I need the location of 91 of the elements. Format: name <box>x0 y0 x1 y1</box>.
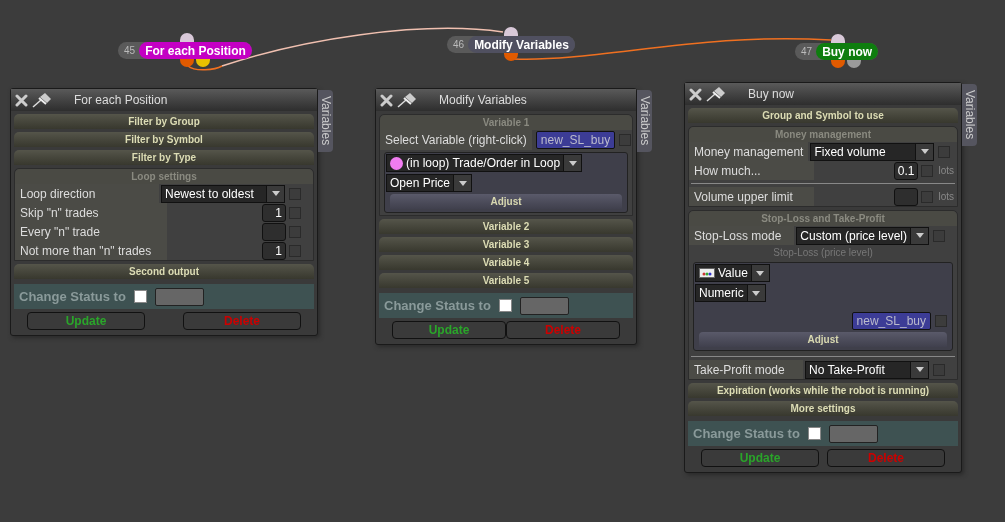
section-header[interactable]: More settings <box>688 401 958 416</box>
section-header[interactable]: Variable 5 <box>379 273 633 288</box>
section-header[interactable]: Filter by Type <box>14 150 314 165</box>
checkbox[interactable] <box>807 427 821 440</box>
window-title: For each Position <box>74 92 168 109</box>
field-label: Select Variable (right-click) <box>380 130 532 150</box>
pin-icon[interactable] <box>397 92 417 108</box>
caret-icon <box>568 160 577 166</box>
output-port-icon[interactable] <box>847 60 861 68</box>
close-icon[interactable] <box>689 87 702 101</box>
section-header[interactable]: Group and Symbol to use <box>688 108 958 123</box>
number-field[interactable]: 1 <box>262 203 286 222</box>
node-pill[interactable]: 46 Modify Variables <box>447 36 575 53</box>
number-field[interactable] <box>894 187 919 206</box>
output-port-icon[interactable] <box>504 53 518 61</box>
adjust-button[interactable]: Adjust <box>390 194 622 209</box>
status-field[interactable] <box>154 287 204 306</box>
caret-icon <box>920 149 929 154</box>
node-pill[interactable]: 45 For each Position <box>118 42 252 59</box>
dropdown[interactable]: No Take-Profit <box>805 360 929 379</box>
number-field[interactable]: 1 <box>262 241 286 260</box>
update-button[interactable]: Update <box>27 312 145 330</box>
input-port-icon[interactable] <box>504 27 518 36</box>
field-label: Stop-Loss mode <box>689 226 795 245</box>
dropdown[interactable]: Numeric <box>695 284 766 302</box>
field-label: Take-Profit mode <box>689 360 803 379</box>
variable-chip[interactable]: new_SL_buy <box>535 131 616 149</box>
node-label[interactable]: For each Position <box>139 42 252 59</box>
adjust-button[interactable]: Adjust <box>699 332 947 347</box>
unit-label: lots <box>937 190 954 204</box>
status-label: Change Status to <box>19 287 126 306</box>
caret-icon <box>458 180 467 186</box>
dropdown[interactable]: Open Price <box>386 174 473 192</box>
node-label[interactable]: Modify Variables <box>468 36 575 53</box>
caret-icon <box>915 367 924 372</box>
status-field[interactable] <box>519 296 569 315</box>
input-port-icon[interactable] <box>831 34 845 43</box>
checkbox[interactable] <box>935 315 947 327</box>
update-button[interactable]: Update <box>701 449 819 467</box>
section-header[interactable]: Variable 4 <box>379 255 633 270</box>
status-label: Change Status to <box>384 296 491 315</box>
caret-icon <box>915 233 924 238</box>
checkbox[interactable] <box>133 290 147 303</box>
close-icon[interactable] <box>380 93 393 107</box>
side-tab[interactable]: Variables <box>962 84 977 146</box>
variable-chip[interactable]: new_SL_buy <box>851 312 931 330</box>
checkbox[interactable] <box>498 299 512 312</box>
caret-icon <box>756 270 765 276</box>
unit-label: lots <box>937 164 954 178</box>
window-title: Modify Variables <box>439 92 527 109</box>
caret-icon <box>752 290 761 296</box>
field-label: Loop direction <box>15 184 159 203</box>
caret-icon <box>271 191 280 196</box>
update-button[interactable]: Update <box>392 321 506 339</box>
node-number: 47 <box>801 45 814 59</box>
side-tab[interactable]: Variables <box>637 90 652 152</box>
field-label: How much... <box>689 161 814 180</box>
section-header[interactable]: Variable 3 <box>379 237 633 252</box>
node-pill[interactable]: 47 Buy now <box>795 43 879 60</box>
dropdown[interactable]: Value <box>695 264 770 282</box>
section-header[interactable]: Variable 2 <box>379 219 633 234</box>
output-port-icon[interactable] <box>196 59 210 67</box>
pin-icon[interactable] <box>32 92 52 108</box>
node-number: 45 <box>124 44 137 58</box>
section-header[interactable]: Filter by Symbol <box>14 132 314 147</box>
number-field[interactable] <box>262 222 286 241</box>
field-label: Money management <box>689 142 809 161</box>
field-label: Skip "n" trades <box>15 203 167 222</box>
output-port-icon[interactable] <box>180 59 194 67</box>
dropdown[interactable]: (in loop) Trade/Order in Loop <box>386 154 583 172</box>
value-icon <box>699 268 715 278</box>
pin-icon[interactable] <box>706 86 726 102</box>
field-label: Volume upper limit <box>689 187 814 206</box>
section-header[interactable]: Second output <box>14 264 314 279</box>
field-label: Every "n" trade <box>15 222 167 241</box>
dropdown[interactable]: Newest to oldest <box>161 184 285 203</box>
node-number: 46 <box>453 38 466 52</box>
close-icon[interactable] <box>15 93 28 107</box>
field-label: Not more than "n" trades <box>15 241 167 260</box>
input-port-icon[interactable] <box>180 33 194 42</box>
status-field[interactable] <box>828 424 878 443</box>
node-label[interactable]: Buy now <box>816 43 879 60</box>
number-field[interactable]: 0.1 <box>894 161 919 180</box>
window-title: Buy now <box>748 86 795 103</box>
section-header[interactable]: Filter by Group <box>14 114 314 129</box>
side-tab[interactable]: Variables <box>318 90 333 152</box>
status-label: Change Status to <box>693 424 800 443</box>
output-port-icon[interactable] <box>831 60 845 68</box>
section-header[interactable]: Expiration (works while the robot is running) <box>688 383 958 398</box>
dropdown[interactable]: Fixed volume <box>810 142 935 161</box>
dropdown[interactable]: Custom (price level) <box>796 226 929 245</box>
